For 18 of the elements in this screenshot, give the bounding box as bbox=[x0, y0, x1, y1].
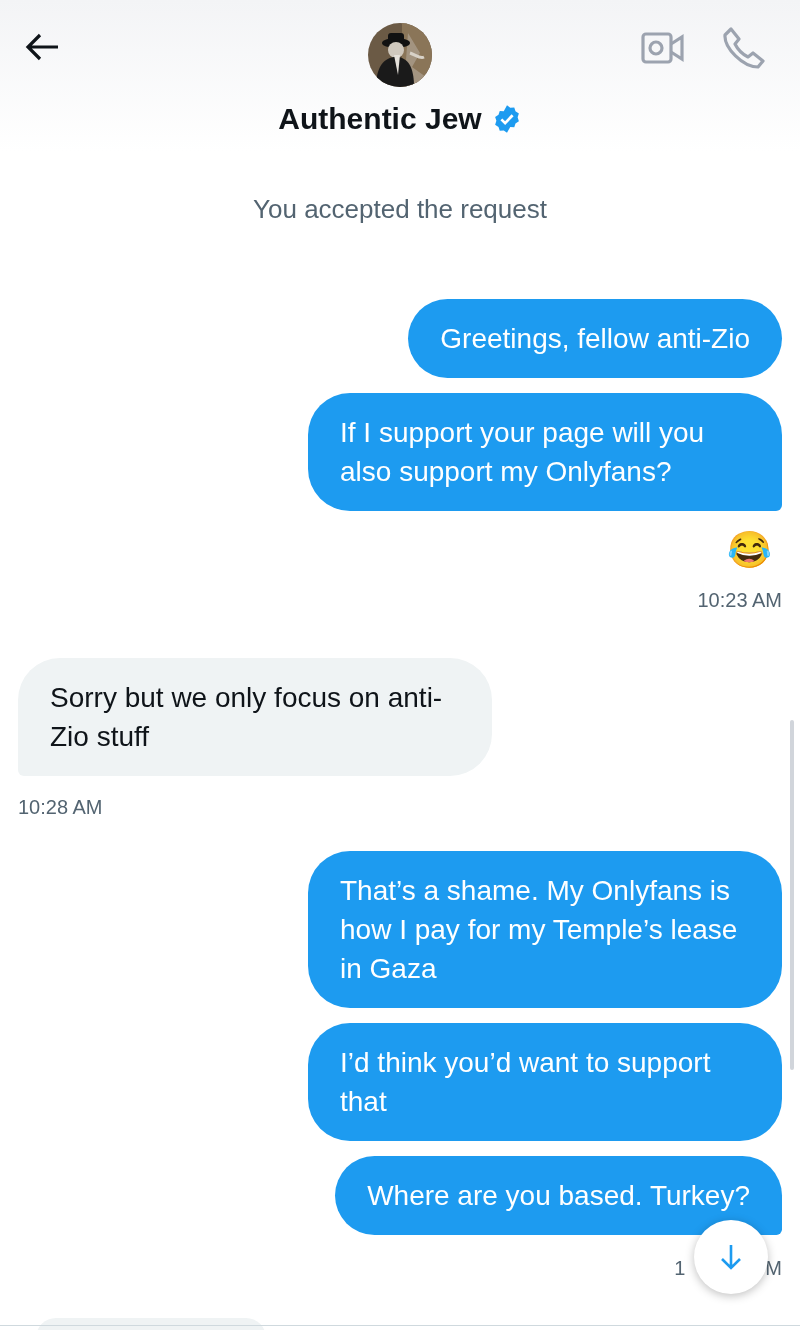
message-bubble: That’s a shame. My Onlyfans is how I pay for my Temple’s lease in Gaza bbox=[308, 851, 782, 1008]
emoji-reaction: 😂 bbox=[727, 528, 772, 572]
message-bubble: Where are you based. Turkey? bbox=[335, 1156, 782, 1235]
message-bubble: If I support your page will you also support my Onlyfans? bbox=[308, 393, 782, 511]
message-bubble: Greetings, fellow anti-Zio bbox=[408, 299, 782, 378]
scroll-down-button[interactable] bbox=[694, 1220, 768, 1294]
video-call-icon[interactable] bbox=[641, 30, 685, 66]
contact-name: Authentic Jew bbox=[278, 101, 482, 137]
timestamp: 1 bbox=[674, 1256, 686, 1281]
timestamp: 10:23 AM bbox=[697, 588, 782, 613]
phone-icon[interactable] bbox=[721, 26, 765, 70]
timestamp: 10:28 AM bbox=[18, 795, 103, 820]
back-icon[interactable] bbox=[24, 32, 60, 62]
message-bubble: Sorry but we only focus on anti-Zio stuff bbox=[18, 658, 492, 776]
message-bubble: I’d think you’d want to support that bbox=[308, 1023, 782, 1141]
timestamp: M bbox=[765, 1256, 782, 1281]
arrow-down-icon bbox=[720, 1244, 742, 1270]
request-notice: You accepted the request bbox=[253, 193, 547, 226]
